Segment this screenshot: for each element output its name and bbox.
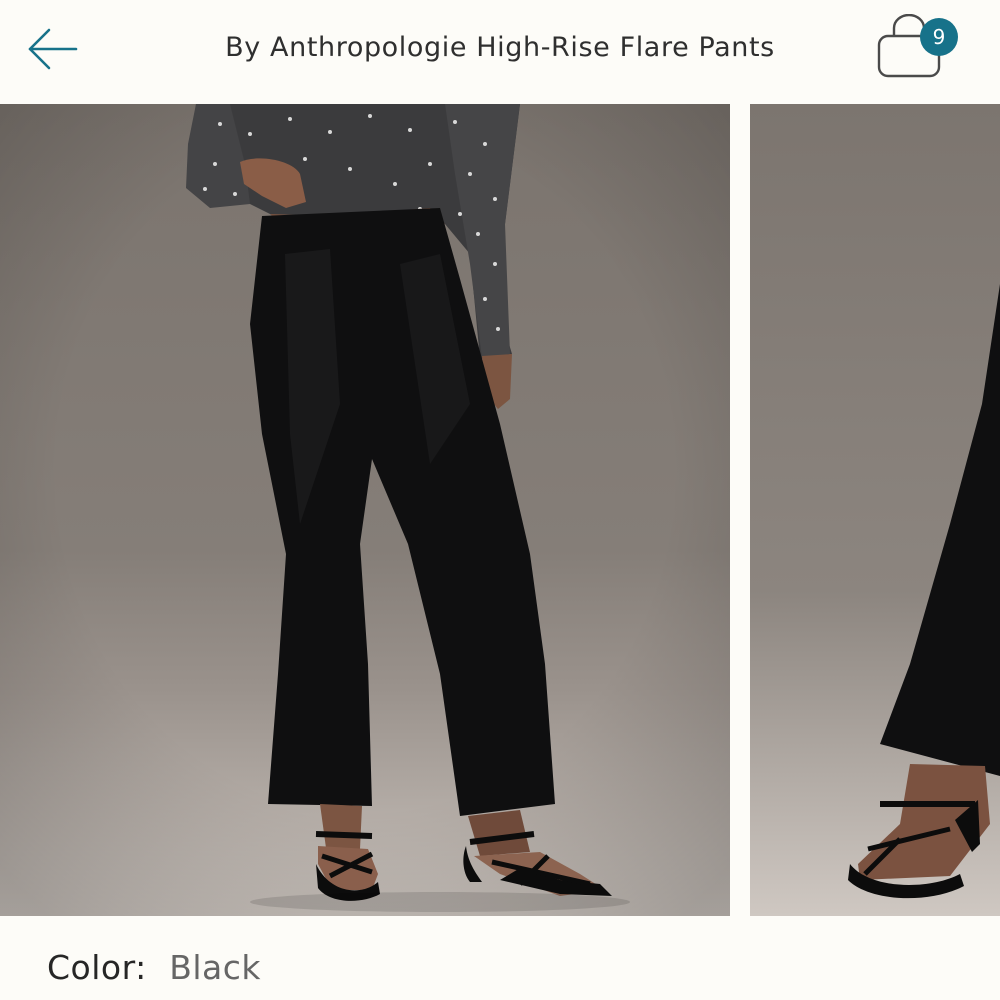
product-image-carousel[interactable] [0,104,1000,916]
top-bar: By Anthropologie High-Rise Flare Pants 9 [0,0,1000,104]
product-image-main[interactable] [0,104,730,916]
selected-color: Color: Black [47,944,261,992]
page-title: By Anthropologie High-Rise Flare Pants [225,32,775,63]
cart-button[interactable]: 9 [872,14,968,84]
back-button[interactable] [22,24,82,74]
cart-count-badge: 9 [920,18,958,56]
arrow-left-icon [28,28,78,70]
color-value: Black [169,948,261,987]
color-label: Color: [47,948,147,987]
product-image-next[interactable] [750,104,1000,916]
